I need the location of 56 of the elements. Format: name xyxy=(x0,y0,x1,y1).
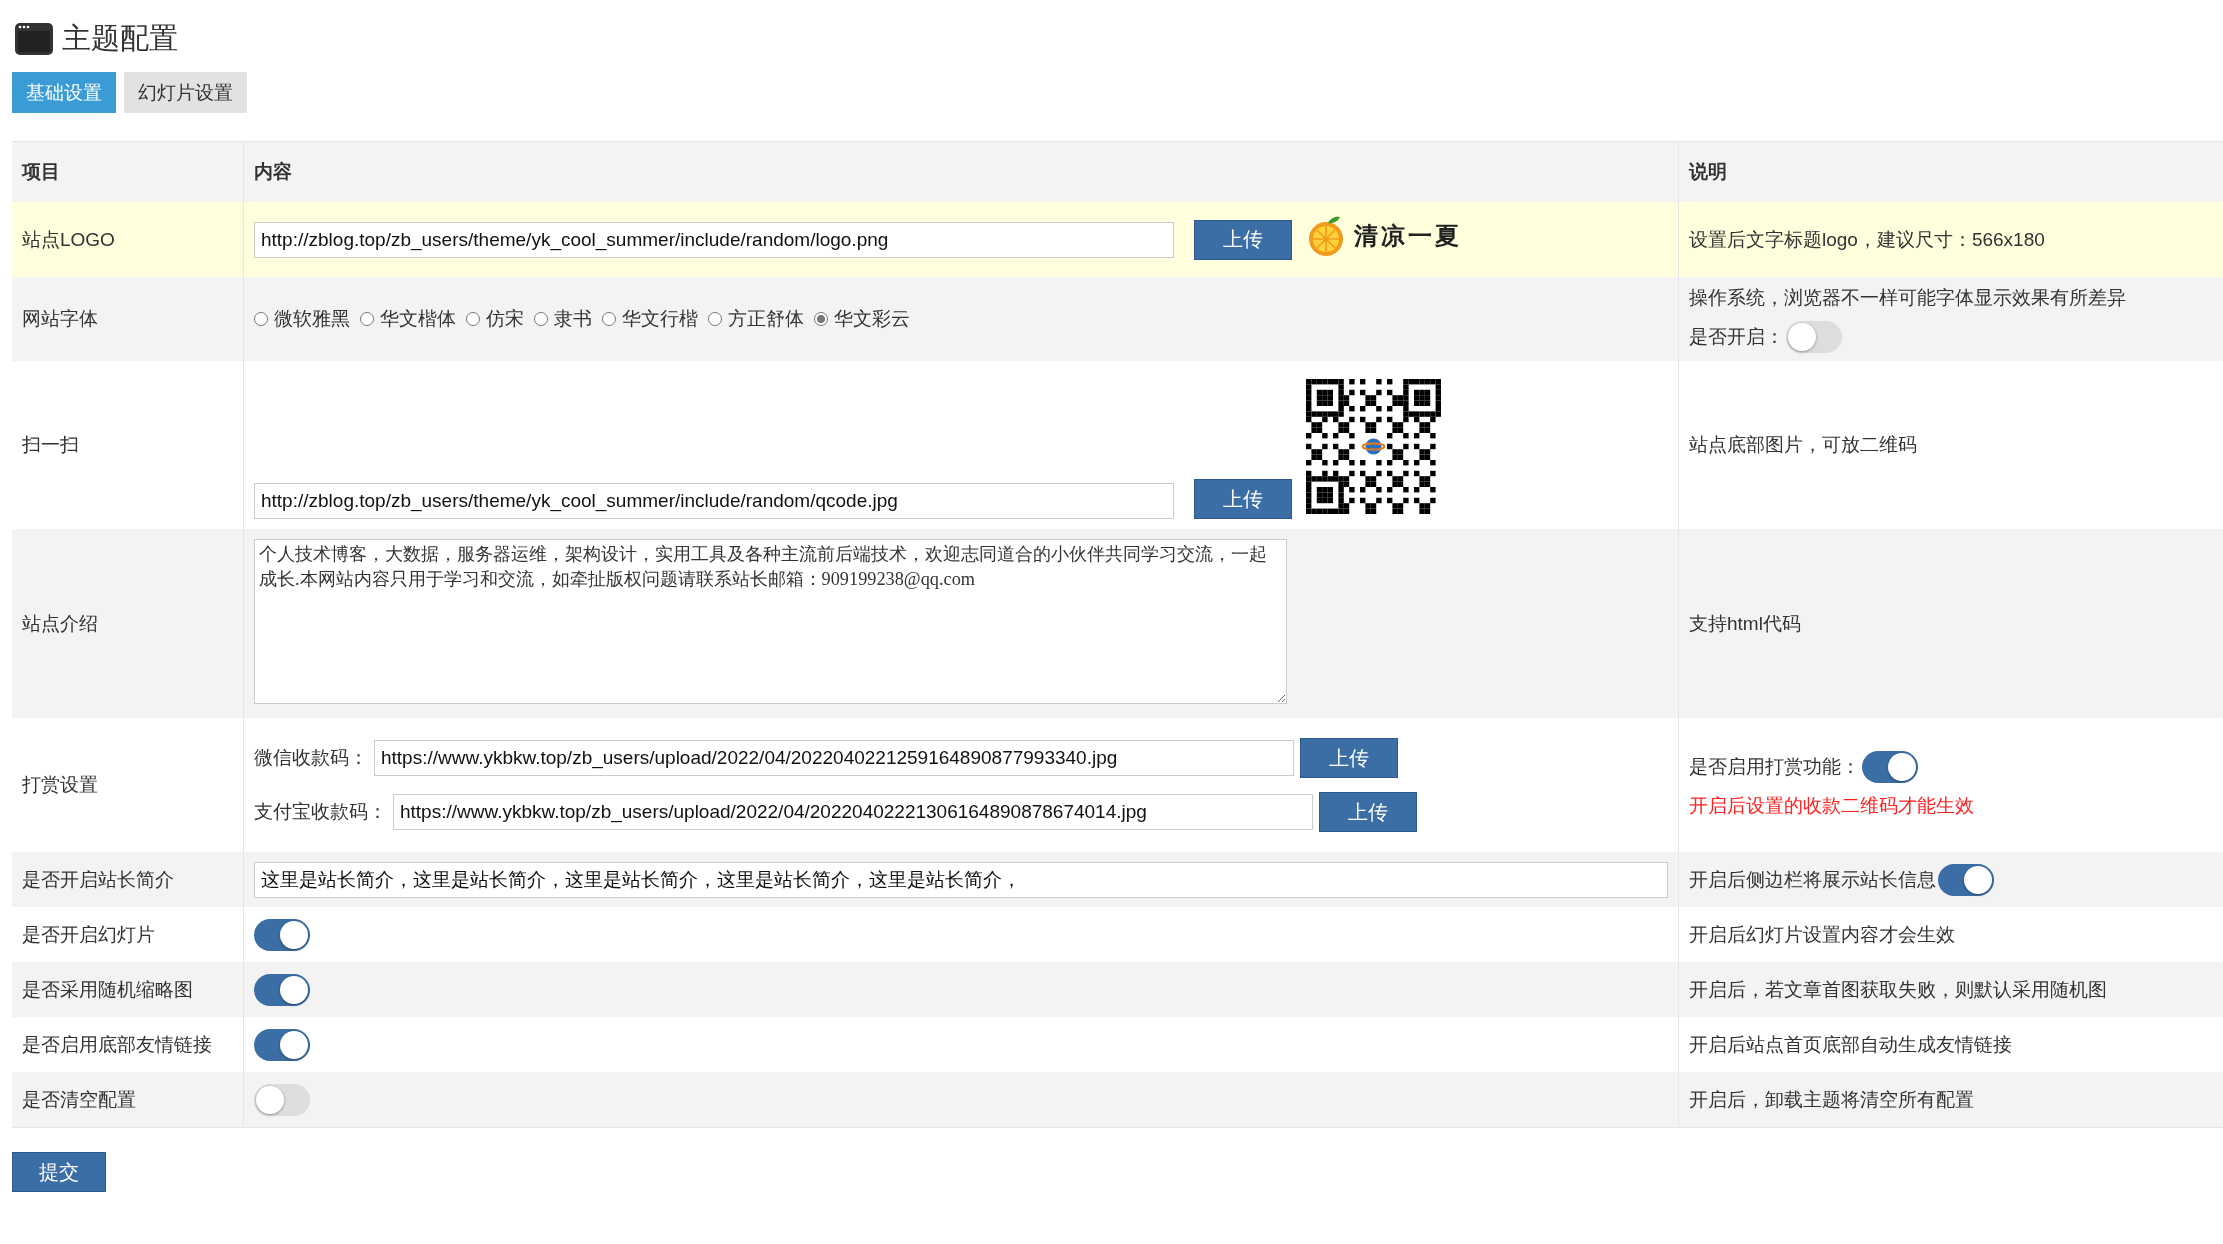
row-label: 是否启用底部友情链接 xyxy=(22,1032,212,1057)
url-field[interactable]: https://www.ykbkw.top/zb_users/upload/2022/04/20220402221306164890878674014.jpg xyxy=(393,794,1313,830)
upload-button[interactable]: 上传 xyxy=(1300,738,1398,778)
column-header: 内容 xyxy=(254,160,292,184)
toggle-label: 开启后侧边栏将展示站长信息 xyxy=(1689,867,1936,892)
field-label: 微信收款码： xyxy=(254,746,368,770)
url-field[interactable]: http://zblog.top/zb_users/theme/yk_cool_summer/include/random/logo.png xyxy=(254,221,1174,258)
font-radio[interactable]: 隶书 xyxy=(534,306,592,332)
description-text: 开启后，卸载主题将清空所有配置 xyxy=(1689,1087,1974,1112)
row-label: 是否开启幻灯片 xyxy=(22,922,155,947)
description-text: 支持html代码 xyxy=(1689,611,1801,636)
row-label: 网站字体 xyxy=(22,307,98,331)
row-label: 打赏设置 xyxy=(22,773,98,797)
font-radio[interactable]: 微软雅黑 xyxy=(254,306,350,332)
tab[interactable]: 幻灯片设置 xyxy=(124,72,247,113)
toggle-switch[interactable] xyxy=(254,1083,310,1116)
toggle-switch[interactable] xyxy=(1786,321,1842,353)
description-text: 设置后文字标题logo，建议尺寸：566x180 xyxy=(1689,227,2045,252)
toggle-label: 是否启用打赏功能： xyxy=(1689,755,1860,779)
logo-text: 清凉一夏 xyxy=(1354,219,1462,252)
upload-button[interactable]: 上传 xyxy=(1319,792,1417,832)
warning-text: 开启后设置的收款二维码才能生效 xyxy=(1689,794,1974,818)
column-header: 说明 xyxy=(1689,160,1727,184)
description-text: 操作系统，浏览器不一样可能字体显示效果有所差异 xyxy=(1689,286,2126,310)
font-radio[interactable]: 华文楷体 xyxy=(360,306,456,332)
row-label: 站点LOGO xyxy=(22,227,115,252)
row-label: 是否清空配置 xyxy=(22,1087,136,1112)
toggle-switch[interactable] xyxy=(254,918,310,951)
font-radio[interactable]: 华文彩云 xyxy=(814,306,910,332)
font-radio[interactable]: 仿宋 xyxy=(466,306,524,332)
row-label: 扫一扫 xyxy=(22,433,79,457)
url-field[interactable]: http://zblog.top/zb_users/theme/yk_cool_summer/include/random/qcode.jpg xyxy=(254,483,1174,519)
row-label: 是否开启站长简介 xyxy=(22,867,174,892)
description-text: 站点底部图片，可放二维码 xyxy=(1689,433,1917,457)
description-text: 开启后幻灯片设置内容才会生效 xyxy=(1689,922,1955,947)
toggle-switch[interactable] xyxy=(254,1028,310,1061)
field-label: 支付宝收款码： xyxy=(254,800,387,824)
url-field[interactable]: https://www.ykbkw.top/zb_users/upload/2022/04/2022040221259164890877993340.jpg xyxy=(374,740,1294,776)
intro-textarea[interactable]: 个人技术博客，大数据，服务器运维，架构设计，实用工具及各种主流前后端技术，欢迎志同道合的小伙伴共同学习交流，一起成长.本网站内容只用于学习和交流，如牵扯版权问题请联系站长邮箱：909199238@qq.com xyxy=(254,539,1287,704)
toggle-switch[interactable] xyxy=(254,973,310,1006)
row-label: 站点介绍 xyxy=(22,611,98,636)
column-header: 项目 xyxy=(22,160,60,184)
submit-button[interactable]: 提交 xyxy=(12,1152,106,1192)
upload-button[interactable]: 上传 xyxy=(1194,219,1292,260)
font-radio[interactable]: 方正舒体 xyxy=(708,306,804,332)
row-label: 是否采用随机缩略图 xyxy=(22,977,193,1002)
toggle-switch[interactable] xyxy=(1938,863,1994,896)
toggle-switch[interactable] xyxy=(1862,751,1918,783)
window-icon xyxy=(14,22,54,56)
upload-button[interactable]: 上传 xyxy=(1194,479,1292,519)
description-text: 开启后站点首页底部自动生成友情链接 xyxy=(1689,1032,2012,1057)
toggle-label: 是否开启： xyxy=(1689,325,1784,349)
description-text: 开启后，若文章首图获取失败，则默认采用随机图 xyxy=(1689,977,2107,1002)
font-radio[interactable]: 华文行楷 xyxy=(602,306,698,332)
page-title: 主题配置 xyxy=(62,21,178,56)
text-field[interactable]: 这里是站长简介，这里是站长简介，这里是站长简介，这里是站长简介，这里是站长简介， xyxy=(254,861,1668,898)
